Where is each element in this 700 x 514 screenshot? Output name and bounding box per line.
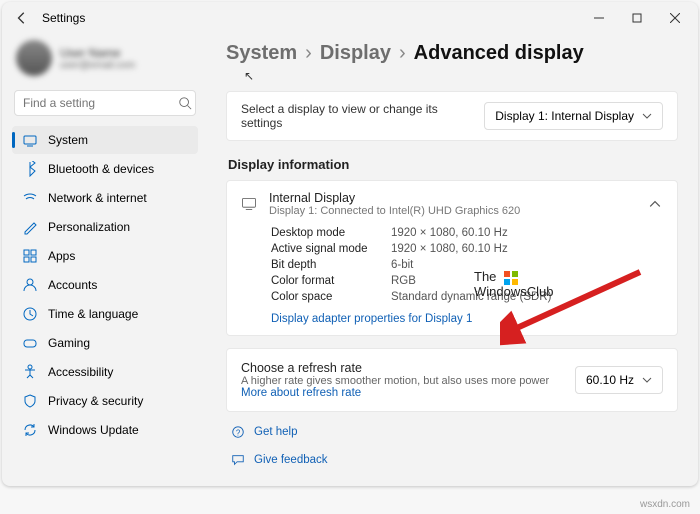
info-value: 1920 × 1080, 60.10 Hz bbox=[391, 243, 663, 255]
sidebar-item-label: Accounts bbox=[48, 278, 97, 292]
chevron-right-icon: › bbox=[305, 42, 312, 65]
sidebar-item-label: Network & internet bbox=[48, 191, 147, 205]
avatar bbox=[16, 40, 52, 76]
sidebar-item-label: Personalization bbox=[48, 220, 130, 234]
feedback-row[interactable]: Give feedback bbox=[226, 452, 678, 468]
user-email: user@email.com bbox=[60, 60, 135, 71]
sidebar-item-accessibility[interactable]: Accessibility bbox=[12, 358, 198, 386]
monitor-icon bbox=[241, 196, 257, 212]
update-icon bbox=[22, 422, 38, 438]
sidebar-item-label: Gaming bbox=[48, 336, 90, 350]
privacy-icon bbox=[22, 393, 38, 409]
chevron-up-icon[interactable] bbox=[647, 196, 663, 212]
info-key: Color format bbox=[271, 275, 391, 287]
bluetooth-icon bbox=[22, 161, 38, 177]
info-value: Standard dynamic range (SDR) bbox=[391, 291, 663, 303]
sidebar-item-label: Apps bbox=[48, 249, 75, 263]
sidebar-item-wifi[interactable]: Network & internet bbox=[12, 184, 198, 212]
apps-icon bbox=[22, 248, 38, 264]
search-icon bbox=[178, 95, 192, 111]
close-button[interactable] bbox=[656, 2, 694, 34]
crumb-system[interactable]: System bbox=[226, 42, 297, 65]
user-account[interactable]: User Name user@email.com bbox=[12, 34, 198, 86]
breadcrumb: System › Display › Advanced display bbox=[226, 42, 678, 65]
adapter-properties-link[interactable]: Display adapter properties for Display 1 bbox=[271, 313, 472, 325]
info-key: Desktop mode bbox=[271, 227, 391, 239]
sidebar-item-privacy[interactable]: Privacy & security bbox=[12, 387, 198, 415]
select-display-label: Select a display to view or change its s… bbox=[241, 102, 474, 130]
sidebar-item-time[interactable]: Time & language bbox=[12, 300, 198, 328]
sidebar-item-update[interactable]: Windows Update bbox=[12, 416, 198, 444]
info-key: Color space bbox=[271, 291, 391, 303]
left-pane: User Name user@email.com System Bluetooth… bbox=[2, 34, 202, 486]
sidebar-item-label: Bluetooth & devices bbox=[48, 162, 154, 176]
refresh-rate-value: 60.10 Hz bbox=[586, 373, 634, 387]
sidebar-item-system[interactable]: System bbox=[12, 126, 198, 154]
sidebar-item-gaming[interactable]: Gaming bbox=[12, 329, 198, 357]
display-selector[interactable]: Display 1: Internal Display bbox=[484, 102, 663, 130]
title-bar: Settings bbox=[2, 2, 698, 34]
info-value: 1920 × 1080, 60.10 Hz bbox=[391, 227, 663, 239]
window-title: Settings bbox=[42, 11, 85, 25]
select-display-card: Select a display to view or change its s… bbox=[226, 91, 678, 141]
display-selector-value: Display 1: Internal Display bbox=[495, 109, 634, 123]
sidebar-item-label: System bbox=[48, 133, 88, 147]
sidebar-item-accounts[interactable]: Accounts bbox=[12, 271, 198, 299]
feedback-icon bbox=[230, 452, 246, 468]
back-button[interactable] bbox=[6, 11, 38, 25]
feedback-link[interactable]: Give feedback bbox=[254, 454, 328, 466]
display-info-card: Internal Display Display 1: Connected to… bbox=[226, 180, 678, 336]
sidebar-item-label: Accessibility bbox=[48, 365, 113, 379]
info-key: Bit depth bbox=[271, 259, 391, 271]
site-watermark: wsxdn.com bbox=[640, 499, 690, 510]
info-key: Active signal mode bbox=[271, 243, 391, 255]
sidebar-item-label: Time & language bbox=[48, 307, 138, 321]
display-name: Internal Display bbox=[269, 191, 635, 205]
chevron-down-icon bbox=[642, 375, 652, 385]
gaming-icon bbox=[22, 335, 38, 351]
nav-list: System Bluetooth & devices Network & inter… bbox=[12, 126, 198, 444]
more-about-refresh-link[interactable]: More about refresh rate bbox=[241, 387, 361, 399]
search-box[interactable] bbox=[14, 90, 196, 116]
cursor-icon: ↖ bbox=[244, 69, 678, 83]
page-title: Advanced display bbox=[414, 42, 584, 65]
refresh-rate-selector[interactable]: 60.10 Hz bbox=[575, 366, 663, 394]
accessibility-icon bbox=[22, 364, 38, 380]
minimize-button[interactable] bbox=[580, 2, 618, 34]
wifi-icon bbox=[22, 190, 38, 206]
crumb-display[interactable]: Display bbox=[320, 42, 391, 65]
refresh-rate-card: Choose a refresh rate A higher rate give… bbox=[226, 348, 678, 412]
accounts-icon bbox=[22, 277, 38, 293]
maximize-button[interactable] bbox=[618, 2, 656, 34]
settings-window: Settings User Name user@email.com System… bbox=[2, 2, 698, 486]
sidebar-item-label: Windows Update bbox=[48, 423, 139, 437]
system-icon bbox=[22, 132, 38, 148]
get-help-link[interactable]: Get help bbox=[254, 426, 297, 438]
sidebar-item-bluetooth[interactable]: Bluetooth & devices bbox=[12, 155, 198, 183]
sidebar-item-apps[interactable]: Apps bbox=[12, 242, 198, 270]
help-icon: ? bbox=[230, 424, 246, 440]
main-pane: System › Display › Advanced display ↖ Se… bbox=[202, 34, 698, 486]
info-value: 6-bit bbox=[391, 259, 663, 271]
personalize-icon bbox=[22, 219, 38, 235]
sidebar-item-personalize[interactable]: Personalization bbox=[12, 213, 198, 241]
display-sub: Display 1: Connected to Intel(R) UHD Gra… bbox=[269, 205, 635, 217]
user-name: User Name bbox=[60, 46, 135, 60]
sidebar-item-label: Privacy & security bbox=[48, 394, 143, 408]
chevron-down-icon bbox=[642, 111, 652, 121]
get-help-row[interactable]: ? Get help bbox=[226, 424, 678, 440]
search-input[interactable] bbox=[23, 96, 178, 110]
info-value: RGB bbox=[391, 275, 663, 287]
time-icon bbox=[22, 306, 38, 322]
section-display-info: Display information bbox=[228, 157, 678, 172]
refresh-title: Choose a refresh rate bbox=[241, 361, 565, 375]
chevron-right-icon: › bbox=[399, 42, 406, 65]
refresh-sub: A higher rate gives smoother motion, but… bbox=[241, 375, 565, 399]
svg-text:?: ? bbox=[236, 429, 241, 438]
